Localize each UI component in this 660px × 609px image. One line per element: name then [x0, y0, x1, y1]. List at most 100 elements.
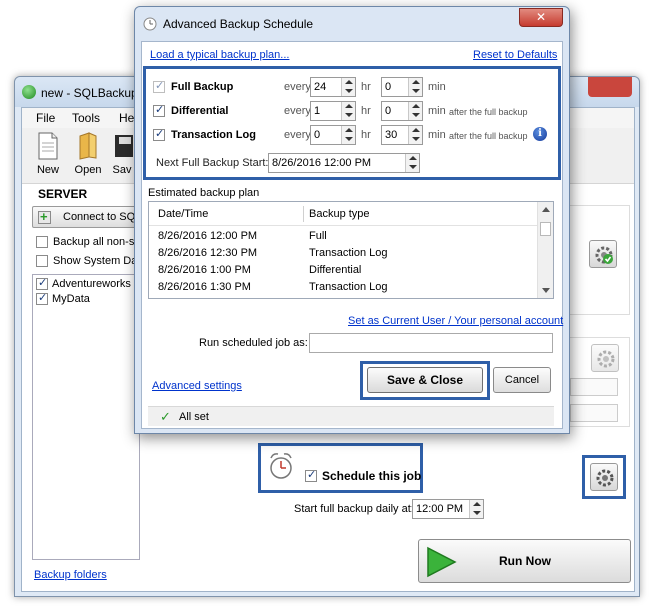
new-button[interactable]: New — [28, 132, 68, 176]
table-row-0-datetime: 8/26/2016 12:00 PM — [158, 230, 258, 242]
table-row-2-type: Differential — [309, 264, 362, 276]
estimated-plan-table[interactable]: Date/Time Backup type 8/26/2016 12:00 PM… — [148, 201, 554, 299]
save-close-button[interactable]: Save & Close — [367, 367, 483, 393]
differential-checkbox[interactable] — [153, 103, 165, 117]
cancel-button[interactable]: Cancel — [493, 367, 551, 393]
save-toolbar-button[interactable]: Sav — [108, 132, 136, 176]
load-typical-plan-link[interactable]: Load a typical backup plan... — [150, 49, 289, 61]
full-backup-checkbox[interactable] — [153, 79, 165, 93]
full-min-arrows[interactable] — [408, 78, 422, 96]
check-icon: ✓ — [160, 409, 171, 424]
right-field-2 — [570, 404, 618, 422]
full-min-spinner[interactable]: 0 — [381, 77, 423, 97]
next-full-spinner[interactable]: 8/26/2016 12:00 PM — [268, 153, 420, 173]
transaction-log-label: Transaction Log — [171, 129, 256, 141]
backup-folders-link[interactable]: Backup folders — [34, 569, 107, 581]
schedule-gear-button[interactable] — [590, 463, 618, 491]
table-row-1-type: Transaction Log — [309, 247, 388, 259]
differential-label: Differential — [171, 105, 229, 117]
diff-every-label: every — [284, 105, 311, 117]
tlog-hr-spinner[interactable]: 0 — [310, 125, 356, 145]
tlog-every-label: every — [284, 129, 311, 141]
scroll-down-arrow[interactable] — [542, 288, 550, 293]
main-close-button[interactable] — [588, 77, 632, 97]
start-full-label: Start full backup daily at: — [294, 503, 414, 515]
db-label-adventureworks: Adventureworks — [52, 278, 131, 290]
table-row-1-datetime: 8/26/2016 12:30 PM — [158, 247, 258, 259]
estimated-plan-label: Estimated backup plan — [148, 187, 260, 199]
next-full-arrows[interactable] — [405, 154, 419, 172]
dialog-titlebar: Advanced Backup Schedule — [135, 7, 569, 41]
advanced-settings-link[interactable]: Advanced settings — [152, 380, 242, 392]
diff-hr-spinner[interactable]: 1 — [310, 101, 356, 121]
full-hr-arrows[interactable] — [341, 78, 355, 96]
database-list[interactable]: Adventureworks MyData — [32, 274, 140, 560]
menu-tools[interactable]: Tools — [72, 111, 100, 125]
dialog-status-bar: ✓ All set — [148, 406, 554, 426]
diff-hr-unit: hr — [361, 105, 371, 117]
schedule-settings-block: Full Backup every 24 hr 0 min Differenti… — [143, 66, 561, 180]
set-current-user-link[interactable]: Set as Current User / Your personal acco… — [348, 315, 563, 327]
status-text: All set — [179, 411, 209, 423]
diff-min-spinner[interactable]: 0 — [381, 101, 423, 121]
diff-min-unit: min — [428, 105, 446, 117]
start-time-arrows[interactable] — [469, 500, 483, 518]
backup-all-label: Backup all non-sy — [53, 236, 140, 248]
run-as-input[interactable] — [309, 333, 553, 353]
backup-all-checkbox[interactable] — [36, 236, 48, 248]
tlog-min-spinner[interactable]: 30 — [381, 125, 423, 145]
right-field-1 — [570, 378, 618, 396]
full-hr-value: 24 — [314, 81, 327, 93]
diff-note: after the full backup — [449, 107, 528, 117]
diff-min-arrows[interactable] — [408, 102, 422, 120]
alarm-clock-icon — [270, 453, 292, 479]
tlog-min-arrows[interactable] — [408, 126, 422, 144]
diff-min-value: 0 — [385, 105, 392, 117]
full-hr-spinner[interactable]: 24 — [310, 77, 356, 97]
reset-defaults-link[interactable]: Reset to Defaults — [473, 49, 557, 61]
show-system-checkbox[interactable] — [36, 255, 48, 267]
tlog-min-value: 30 — [385, 129, 398, 141]
new-button-label: New — [36, 164, 59, 176]
table-row-0-type: Full — [309, 230, 327, 242]
col-header-type[interactable]: Backup type — [309, 208, 370, 230]
run-now-label: Run Now — [499, 554, 551, 568]
scroll-up-arrow[interactable] — [542, 207, 550, 212]
diff-hr-arrows[interactable] — [341, 102, 355, 120]
full-hr-unit: hr — [361, 81, 371, 93]
table-scrollbar[interactable] — [537, 202, 553, 298]
scroll-thumb[interactable] — [540, 222, 551, 236]
full-backup-label: Full Backup — [171, 81, 234, 93]
start-time-value: 12:00 PM — [416, 503, 464, 515]
run-now-button[interactable]: Run Now — [418, 539, 631, 583]
tlog-hr-arrows[interactable] — [341, 126, 355, 144]
info-icon[interactable]: i — [533, 127, 547, 141]
transaction-log-checkbox[interactable] — [153, 127, 165, 141]
connect-label: Connect to SQ — [63, 211, 136, 223]
start-time-spinner[interactable]: 12:00 PM — [412, 499, 484, 519]
gear-button-middle[interactable] — [591, 344, 619, 372]
new-file-icon — [38, 132, 58, 160]
dialog-title: Advanced Backup Schedule — [163, 17, 314, 31]
schedule-label: Schedule this job — [322, 469, 422, 483]
db-label-mydata: MyData — [52, 293, 90, 305]
dialog-close-button[interactable] — [519, 8, 563, 27]
full-min-value: 0 — [385, 81, 392, 93]
connect-plus-icon — [38, 209, 51, 224]
table-row-3-datetime: 8/26/2016 1:30 PM — [158, 281, 251, 293]
menu-file[interactable]: File — [36, 111, 55, 125]
col-header-datetime[interactable]: Date/Time — [158, 208, 208, 230]
main-window-title: new - SQLBackup — [41, 86, 138, 100]
db-checkbox-mydata[interactable] — [36, 291, 48, 305]
run-as-label: Run scheduled job as: — [199, 337, 308, 349]
gear-button-top[interactable] — [589, 240, 617, 268]
open-button[interactable]: Open — [68, 132, 108, 176]
connect-button[interactable]: Connect to SQ — [32, 206, 142, 228]
tlog-hr-value: 0 — [314, 129, 321, 141]
tlog-min-unit: min — [428, 129, 446, 141]
schedule-checkbox[interactable] — [305, 468, 317, 482]
diff-hr-value: 1 — [314, 105, 321, 117]
gear-icon — [596, 469, 614, 487]
menu-help[interactable]: He — [119, 111, 134, 125]
db-checkbox-adventureworks[interactable] — [36, 276, 48, 290]
